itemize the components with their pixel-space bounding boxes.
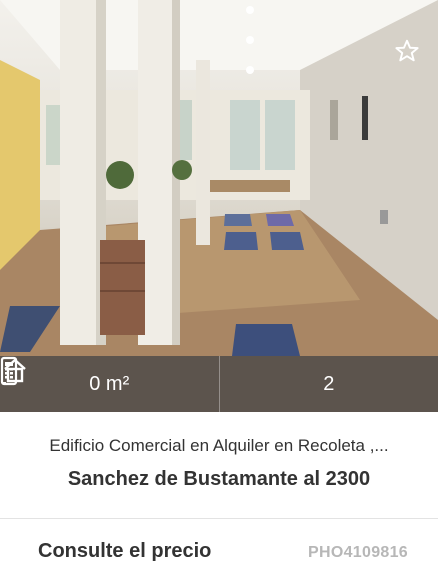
area-stat: 0 m² bbox=[0, 356, 219, 412]
listing-title[interactable]: Edificio Comercial en Alquiler en Recole… bbox=[0, 436, 438, 456]
card-divider bbox=[0, 518, 438, 519]
area-value: 0 m² bbox=[89, 372, 130, 395]
bathrooms-stat: 2 bbox=[0, 356, 438, 412]
listing-code: PHO4109816 bbox=[308, 544, 408, 561]
bathrooms-value: 2 bbox=[323, 372, 335, 395]
listing-price: Consulte el precio bbox=[38, 540, 212, 562]
favorite-button[interactable] bbox=[394, 38, 424, 68]
property-card[interactable]: 0 m² 2 Edificio Comercial en Alquiler en… bbox=[0, 0, 438, 584]
phone-device-icon bbox=[0, 356, 18, 386]
property-stats-bar: 0 m² 2 bbox=[0, 356, 438, 412]
property-photo-illustration bbox=[0, 0, 438, 412]
star-outline-icon bbox=[395, 39, 419, 62]
listing-address[interactable]: Sanchez de Bustamante al 2300 bbox=[0, 468, 438, 491]
property-photo[interactable]: 0 m² 2 bbox=[0, 0, 438, 412]
